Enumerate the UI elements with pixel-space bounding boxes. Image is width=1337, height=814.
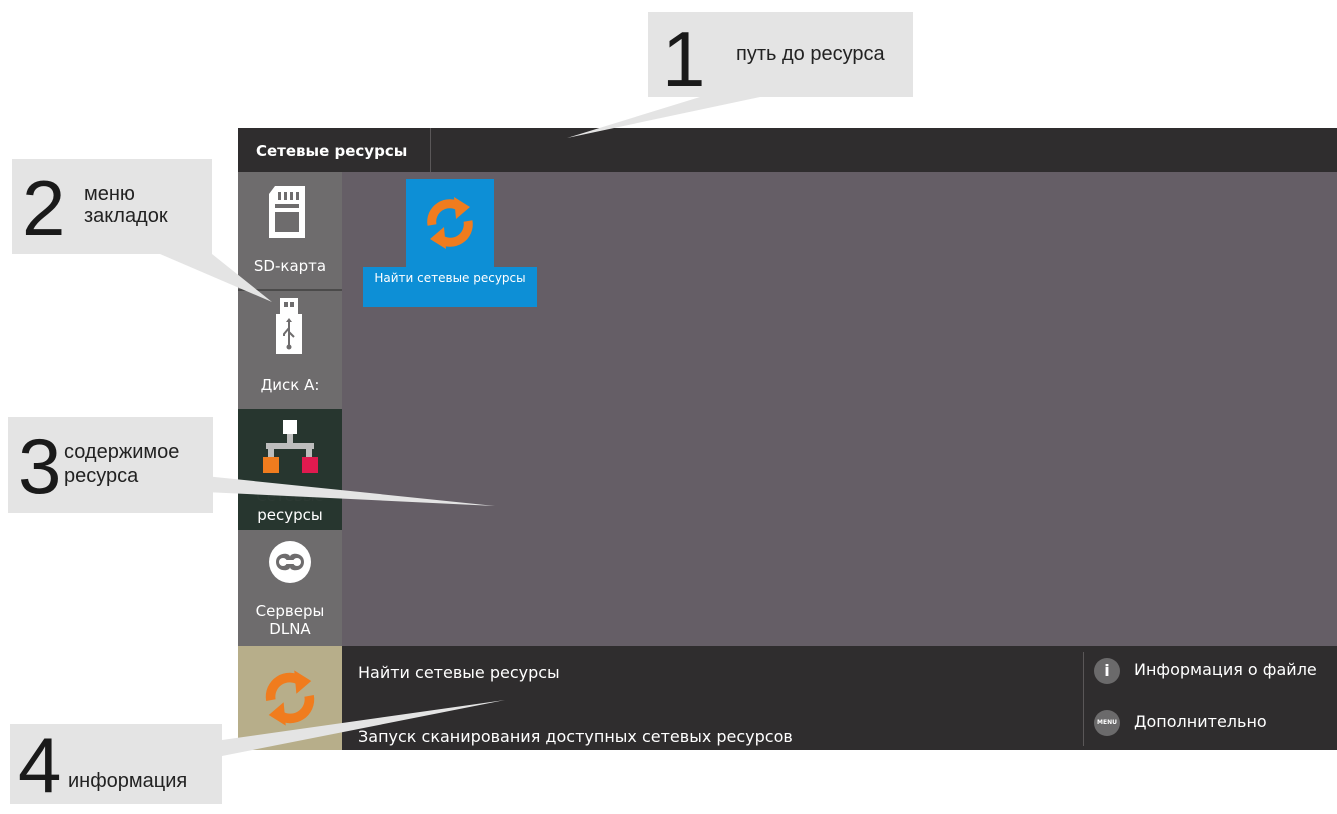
- file-info-label: Информация о файле: [1134, 660, 1317, 679]
- top-bar: Сетевые ресурсы: [238, 128, 1337, 172]
- breadcrumb-path[interactable]: Сетевые ресурсы: [238, 128, 431, 172]
- callout-info: 4 информация: [10, 724, 222, 804]
- info-icon: i: [1094, 658, 1120, 684]
- callout-text-line1: содержимое: [64, 441, 180, 463]
- callout-number: 4: [18, 721, 62, 809]
- callout-content: 3 содержимое ресурса: [8, 417, 213, 513]
- sidebar-item-label-line2: ресурсы: [257, 506, 323, 524]
- callout-text: информация: [68, 770, 188, 792]
- callout-text-line2: закладок: [84, 205, 168, 227]
- info-preview: [238, 646, 342, 750]
- callout-text-line1: меню: [84, 183, 135, 205]
- tile-icon-box: [406, 179, 494, 267]
- refresh-icon: [427, 197, 473, 249]
- info-description: Запуск сканирования доступных сетевых ре…: [358, 727, 793, 746]
- sidebar-item-dlna[interactable]: Серверы DLNA: [238, 530, 342, 646]
- network-icon: [263, 420, 318, 473]
- sidebar-item-label-line2: DLNA: [269, 620, 311, 638]
- more-options-label: Дополнительно: [1134, 712, 1267, 731]
- tile-label: Найти сетевые ресурсы: [363, 267, 537, 307]
- resource-content-pane: Найти сетевые ресурсы: [342, 172, 1337, 646]
- callout-path: 1 путь до ресурса: [648, 12, 913, 103]
- info-bar: Найти сетевые ресурсы Запуск сканировани…: [238, 646, 1337, 750]
- sd-card-icon: [269, 186, 305, 238]
- dlna-server-icon: [269, 541, 311, 583]
- usb-drive-icon: [276, 298, 302, 354]
- find-network-resources-tile[interactable]: Найти сетевые ресурсы: [363, 179, 537, 307]
- callout-text-line2: ресурса: [64, 465, 139, 487]
- menu-icon: MENU: [1094, 710, 1120, 736]
- sidebar-item-usb[interactable]: Диск А:: [238, 291, 342, 408]
- callout-bookmarks: 2 меню закладок: [12, 159, 212, 254]
- sidebar-item-label: Серверы: [255, 602, 325, 620]
- callout-number: 1: [662, 15, 706, 103]
- bookmarks-sidebar: SD-карта Диск А: Сетевые ресурсы ресурсы: [238, 172, 342, 646]
- sidebar-item-sd-card[interactable]: SD-карта: [238, 172, 342, 289]
- sidebar-item-label: Диск А:: [260, 376, 320, 394]
- sidebar-item-label: SD-карта: [253, 257, 327, 275]
- info-title: Найти сетевые ресурсы: [358, 663, 560, 682]
- callout-text: путь до ресурса: [736, 43, 885, 65]
- callout-number: 3: [18, 422, 62, 510]
- sidebar-item-network[interactable]: Сетевые ресурсы ресурсы: [238, 409, 342, 530]
- refresh-icon: [265, 670, 315, 726]
- callout-number: 2: [22, 164, 66, 252]
- info-divider: [1083, 652, 1084, 746]
